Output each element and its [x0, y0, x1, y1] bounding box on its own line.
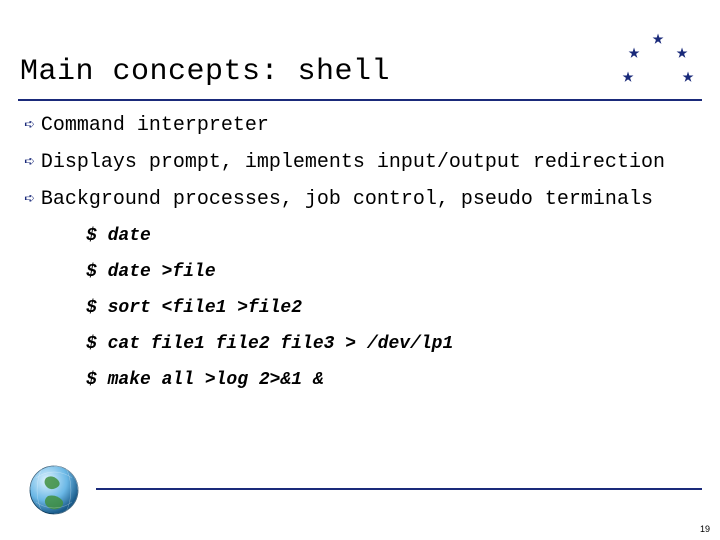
- page-number: 19: [700, 524, 710, 534]
- bullet-arrow-icon: ➪: [24, 114, 35, 136]
- slide-title: Main concepts: shell: [20, 55, 390, 89]
- code-line: $ make all >log 2>&1 &: [86, 370, 453, 390]
- bullet-text: Displays prompt, implements input/output…: [41, 151, 665, 174]
- bullet-item: ➪ Displays prompt, implements input/outpu…: [24, 151, 700, 174]
- footer-divider: [96, 488, 702, 490]
- bullet-text: Command interpreter: [41, 114, 269, 137]
- stars-logo: ★ ★ ★ ★ ★: [622, 30, 702, 100]
- code-line: $ date >file: [86, 262, 453, 282]
- code-line: $ cat file1 file2 file3 > /dev/lp1: [86, 334, 453, 354]
- slide: Main concepts: shell ★ ★ ★ ★ ★ ➪ Command …: [0, 0, 720, 540]
- code-block: $ date $ date >file $ sort <file1 >file2…: [86, 226, 453, 406]
- bullet-list: ➪ Command interpreter ➪ Displays prompt, i…: [24, 114, 700, 225]
- globe-icon: [28, 464, 80, 516]
- bullet-arrow-icon: ➪: [24, 151, 35, 173]
- title-divider: [18, 99, 702, 101]
- bullet-arrow-icon: ➪: [24, 188, 35, 210]
- bullet-item: ➪ Background processes, job control, pseu…: [24, 188, 700, 211]
- code-line: $ date: [86, 226, 453, 246]
- bullet-item: ➪ Command interpreter: [24, 114, 700, 137]
- code-line: $ sort <file1 >file2: [86, 298, 453, 318]
- bullet-text: Background processes, job control, pseud…: [41, 188, 653, 211]
